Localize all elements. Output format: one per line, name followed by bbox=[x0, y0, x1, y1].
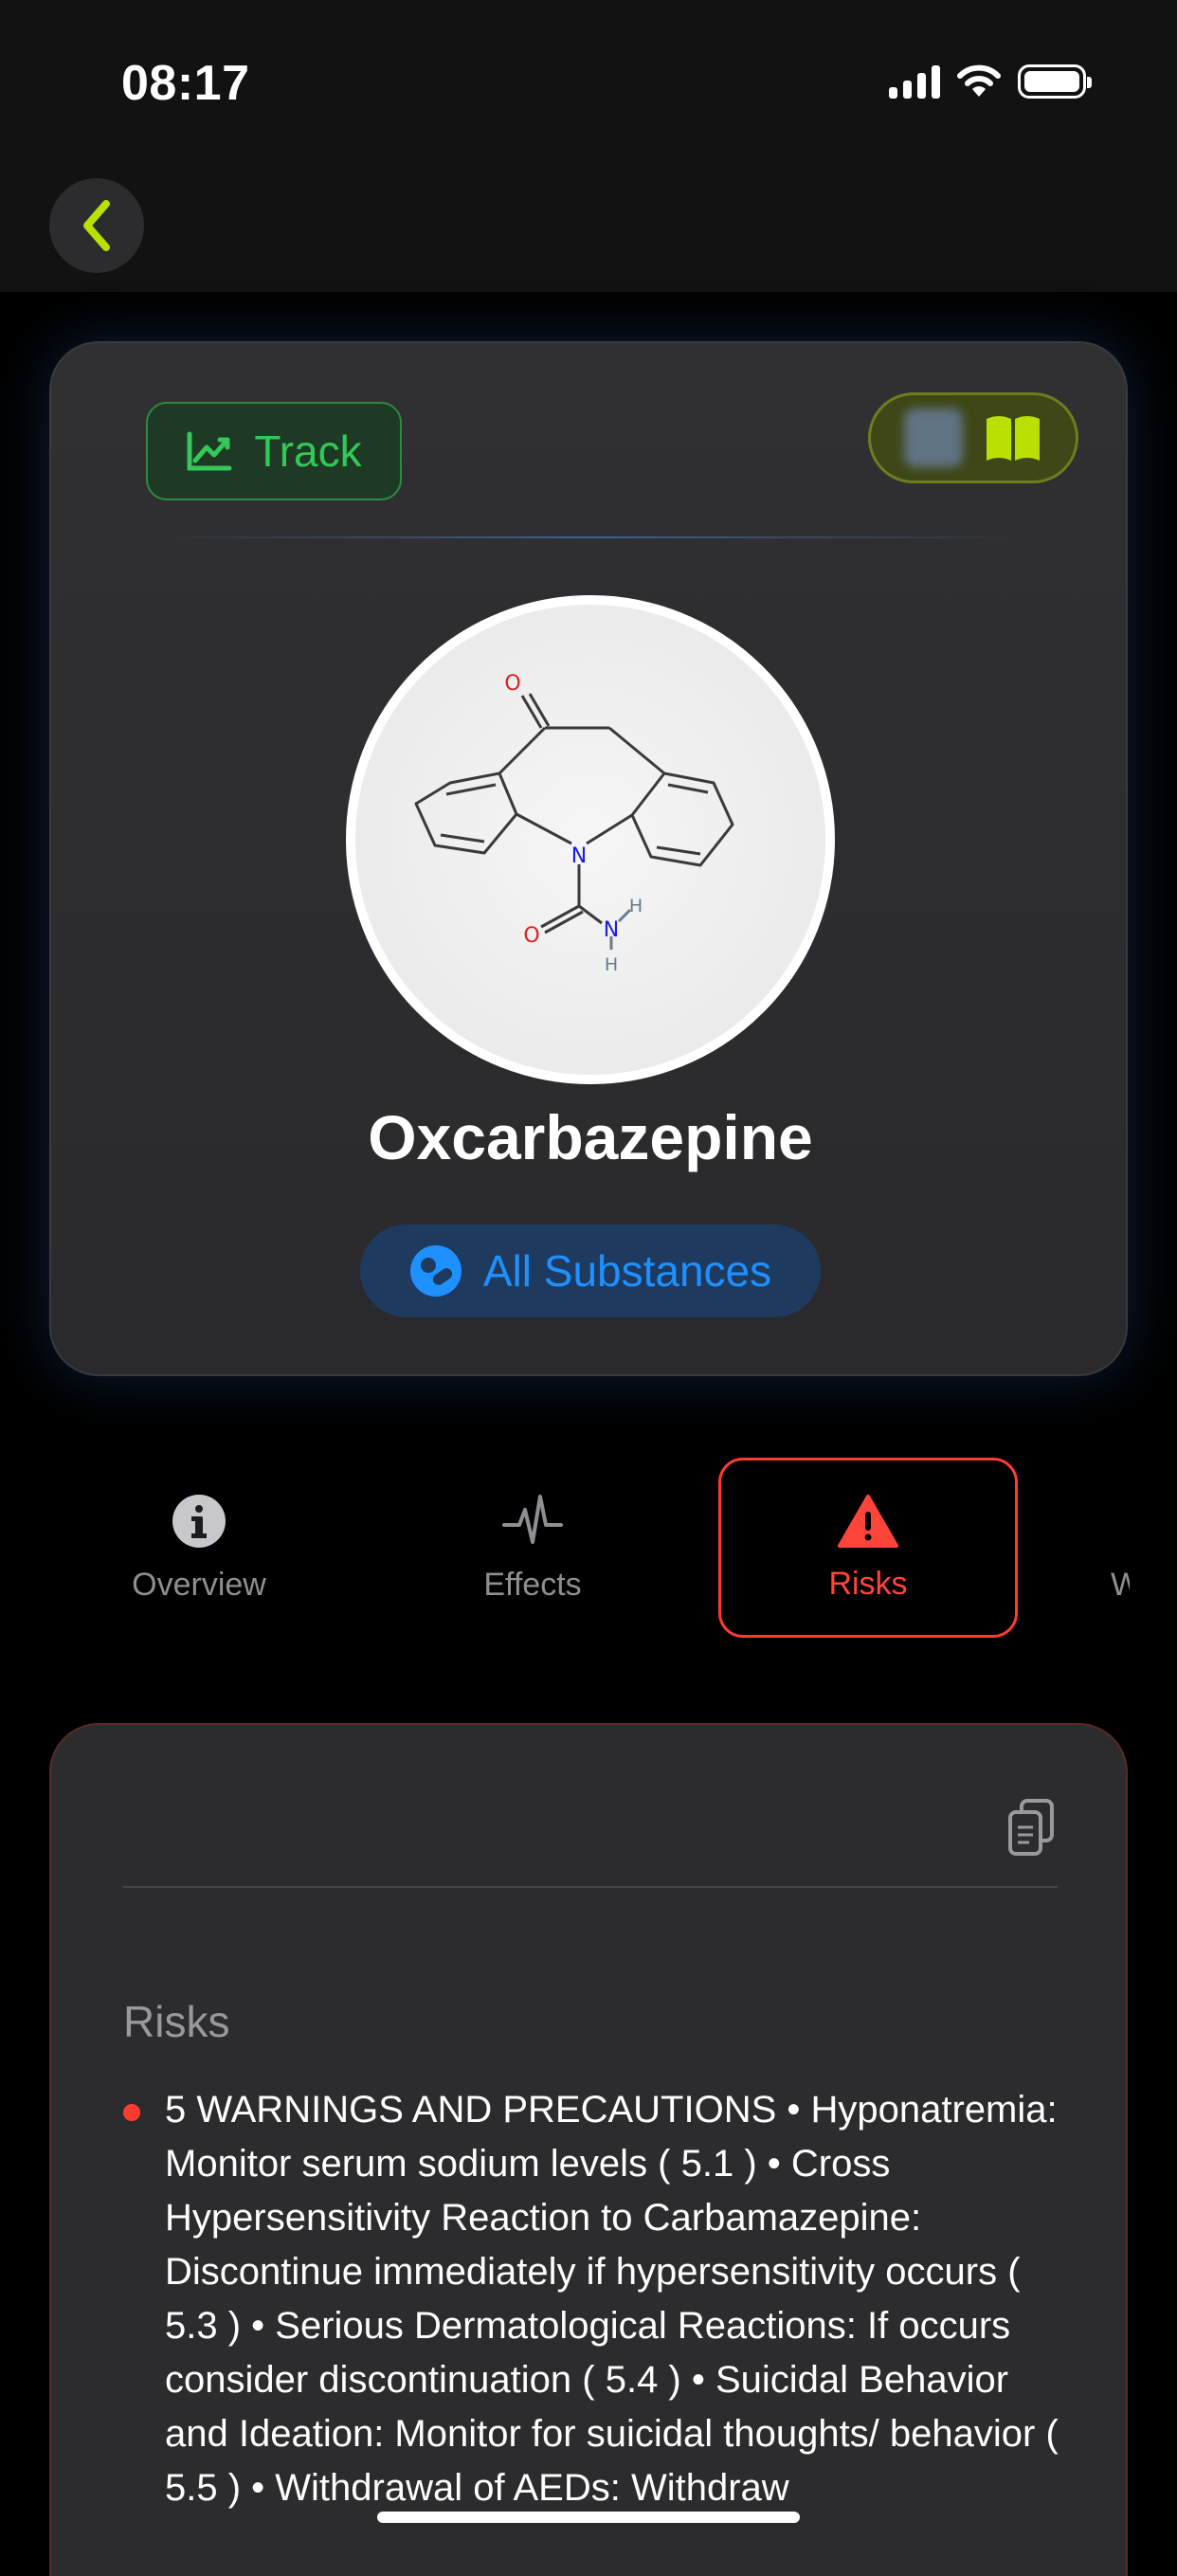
risks-content-card: Risks 5 WARNINGS AND PRECAUTIONS • Hypon… bbox=[49, 1723, 1128, 2576]
tab-next-partial[interactable]: W bbox=[1111, 1458, 1168, 1638]
back-button[interactable] bbox=[49, 178, 144, 273]
track-button-label: Track bbox=[254, 426, 362, 476]
wifi-icon bbox=[957, 64, 1001, 97]
tab-overview[interactable]: Overview bbox=[49, 1458, 349, 1638]
source-reference-button[interactable] bbox=[868, 392, 1078, 483]
substance-name: Oxcarbazepine bbox=[368, 1102, 813, 1172]
pills-icon bbox=[409, 1245, 462, 1297]
atom-hydrogen-2: H bbox=[605, 954, 618, 975]
section-tabs: Overview Effects Risks W bbox=[0, 1458, 1177, 1640]
tab-risks[interactable]: Risks bbox=[718, 1458, 1018, 1638]
risk-item-text: 5 WARNINGS AND PRECAUTIONS • Hyponatremi… bbox=[165, 2089, 1059, 2509]
top-bar: 08:17 bbox=[0, 0, 1177, 292]
molecule-structure-image: O N O N H H bbox=[346, 595, 835, 1084]
waveform-icon bbox=[502, 1494, 563, 1544]
battery-icon bbox=[1018, 64, 1092, 99]
substance-header-card: Track O N O N H H Oxcarbazepine All Subs… bbox=[49, 341, 1128, 1376]
all-substances-label: All Substances bbox=[482, 1246, 772, 1296]
tab-effects-label: Effects bbox=[483, 1566, 582, 1603]
section-title: Risks bbox=[123, 1997, 230, 2046]
atom-hydrogen-1: H bbox=[629, 896, 643, 916]
source-thumbnail bbox=[904, 408, 963, 467]
book-icon bbox=[987, 416, 1040, 461]
card-divider bbox=[123, 1886, 1058, 1888]
risk-list: 5 WARNINGS AND PRECAUTIONS • Hyponatremi… bbox=[123, 2083, 1080, 2515]
hero-divider bbox=[155, 536, 1025, 538]
cellular-signal-icon bbox=[889, 64, 940, 99]
all-substances-button[interactable]: All Substances bbox=[360, 1225, 821, 1317]
warning-triangle-icon bbox=[838, 1494, 898, 1548]
chart-line-uptrend-icon bbox=[187, 431, 232, 471]
molecule-structure-diagram: O N O N H H bbox=[414, 672, 734, 975]
status-icons bbox=[889, 64, 1092, 99]
track-button[interactable]: Track bbox=[146, 402, 402, 500]
tab-effects[interactable]: Effects bbox=[383, 1458, 682, 1638]
tab-risks-label: Risks bbox=[828, 1565, 908, 1602]
chevron-left-icon bbox=[83, 200, 110, 251]
info-circle-icon bbox=[172, 1494, 226, 1548]
atom-nitrogen-ring: N bbox=[571, 844, 587, 868]
atom-nitrogen-amide: N bbox=[604, 918, 619, 942]
copy-button[interactable] bbox=[1005, 1797, 1058, 1858]
tab-next-label: W bbox=[1111, 1566, 1130, 1603]
atom-oxygen-top: O bbox=[504, 672, 520, 696]
tab-overview-label: Overview bbox=[132, 1566, 266, 1603]
home-indicator[interactable] bbox=[377, 2512, 800, 2523]
atom-oxygen-amide: O bbox=[523, 924, 539, 948]
list-item: 5 WARNINGS AND PRECAUTIONS • Hyponatremi… bbox=[123, 2083, 1080, 2515]
copy-icon bbox=[1008, 1799, 1054, 1856]
bullet-dot-icon bbox=[123, 2104, 140, 2121]
status-time: 08:17 bbox=[121, 56, 250, 111]
